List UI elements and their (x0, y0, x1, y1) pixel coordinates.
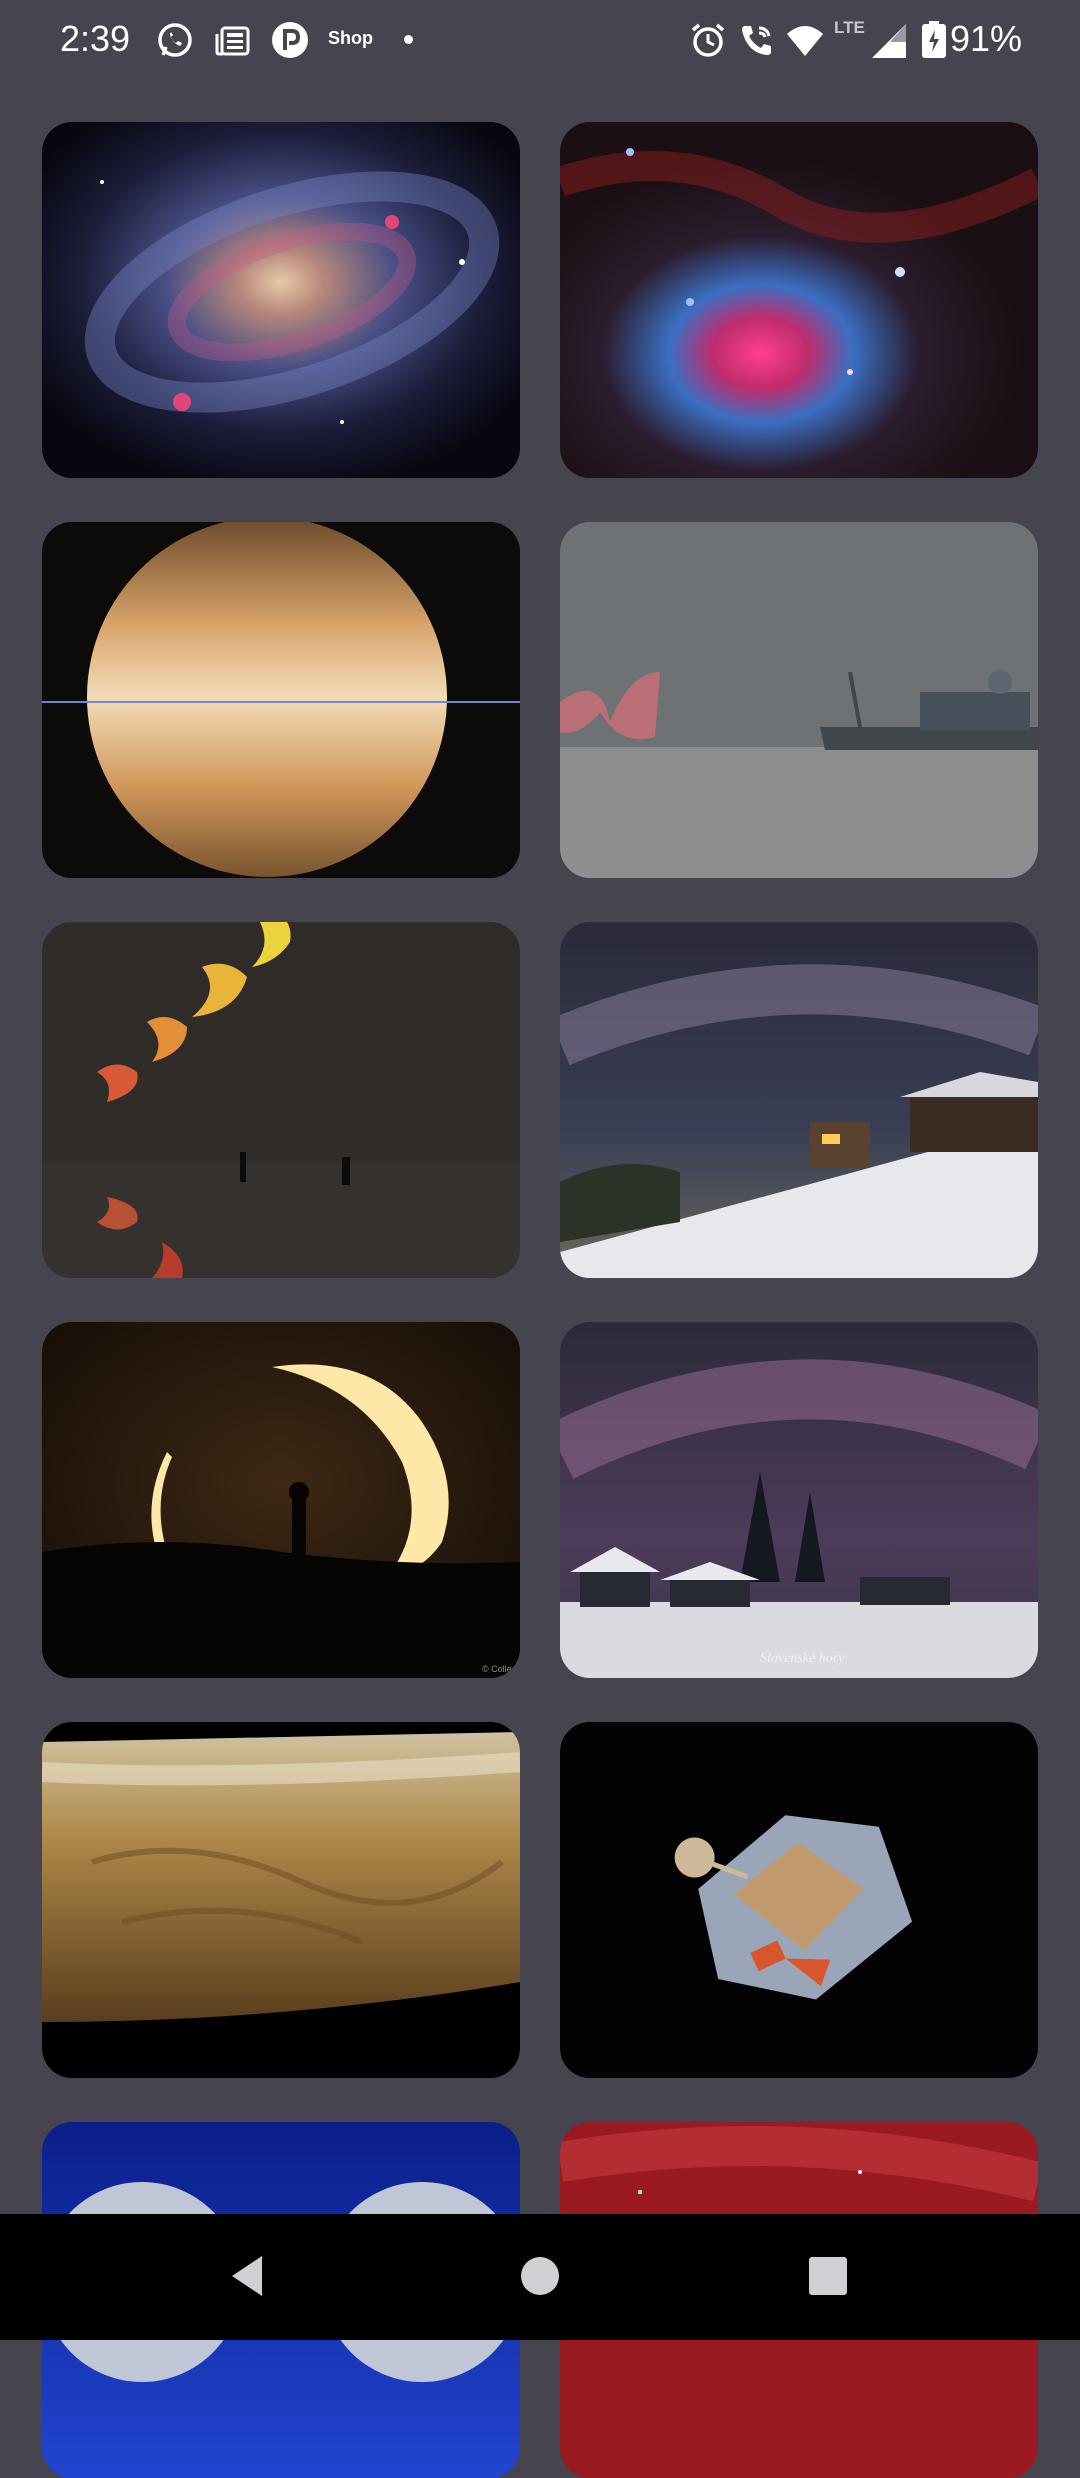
p-app-icon (270, 20, 310, 60)
home-icon[interactable] (510, 2246, 570, 2306)
gallery-item-galaxy[interactable] (42, 122, 520, 478)
shop-notification: Shop (328, 28, 373, 48)
signal-icon (870, 20, 910, 60)
gallery-item-eclipse-sequence[interactable] (42, 922, 520, 1278)
news-icon (213, 20, 253, 60)
galaxy-image (42, 122, 520, 478)
saturn-image (42, 522, 520, 878)
network-type: LTE (834, 18, 865, 37)
notification-dot (404, 35, 413, 44)
annular-eclipse-image: © Colleen Pi (42, 1322, 520, 1678)
back-icon[interactable] (220, 2246, 280, 2306)
wifi-call-icon (737, 20, 777, 60)
recents-icon[interactable] (798, 2246, 858, 2306)
clock: 2:39 (60, 18, 131, 59)
ship-image (560, 522, 1038, 878)
alarm-icon (688, 20, 728, 60)
watermark-text: © Colleen Pi (482, 1664, 520, 1674)
nebula-image (560, 122, 1038, 478)
watermark-text: Slovenské hory (760, 1651, 845, 1666)
gallery-item-mars-surface[interactable] (42, 1722, 520, 2078)
milky-way-cabin-image (560, 922, 1038, 1278)
gallery-item-saturn[interactable] (42, 522, 520, 878)
gallery-item-ship[interactable] (560, 522, 1038, 878)
gallery-item-annular-eclipse[interactable]: © Colleen Pi (42, 1322, 520, 1678)
gallery-item-lunar-module[interactable] (560, 1722, 1038, 2078)
eclipse-sequence-image (42, 922, 520, 1278)
status-bar: 2:39 Shop LTE 91% (0, 0, 1080, 80)
gallery-item-snowy-village[interactable]: Slovenské hory (560, 1322, 1038, 1678)
gallery-item-milky-way-cabin[interactable] (560, 922, 1038, 1278)
mars-surface-image (42, 1722, 520, 2078)
wifi-icon (785, 20, 825, 60)
navigation-bar (0, 2214, 1080, 2340)
gallery-item-nebula[interactable] (560, 122, 1038, 478)
battery-charging-icon (920, 20, 948, 60)
lunar-module-image (560, 1722, 1038, 2078)
battery-percent: 91% (950, 18, 1023, 59)
snowy-village-image: Slovenské hory (560, 1322, 1038, 1678)
whatsapp-icon (155, 20, 195, 60)
